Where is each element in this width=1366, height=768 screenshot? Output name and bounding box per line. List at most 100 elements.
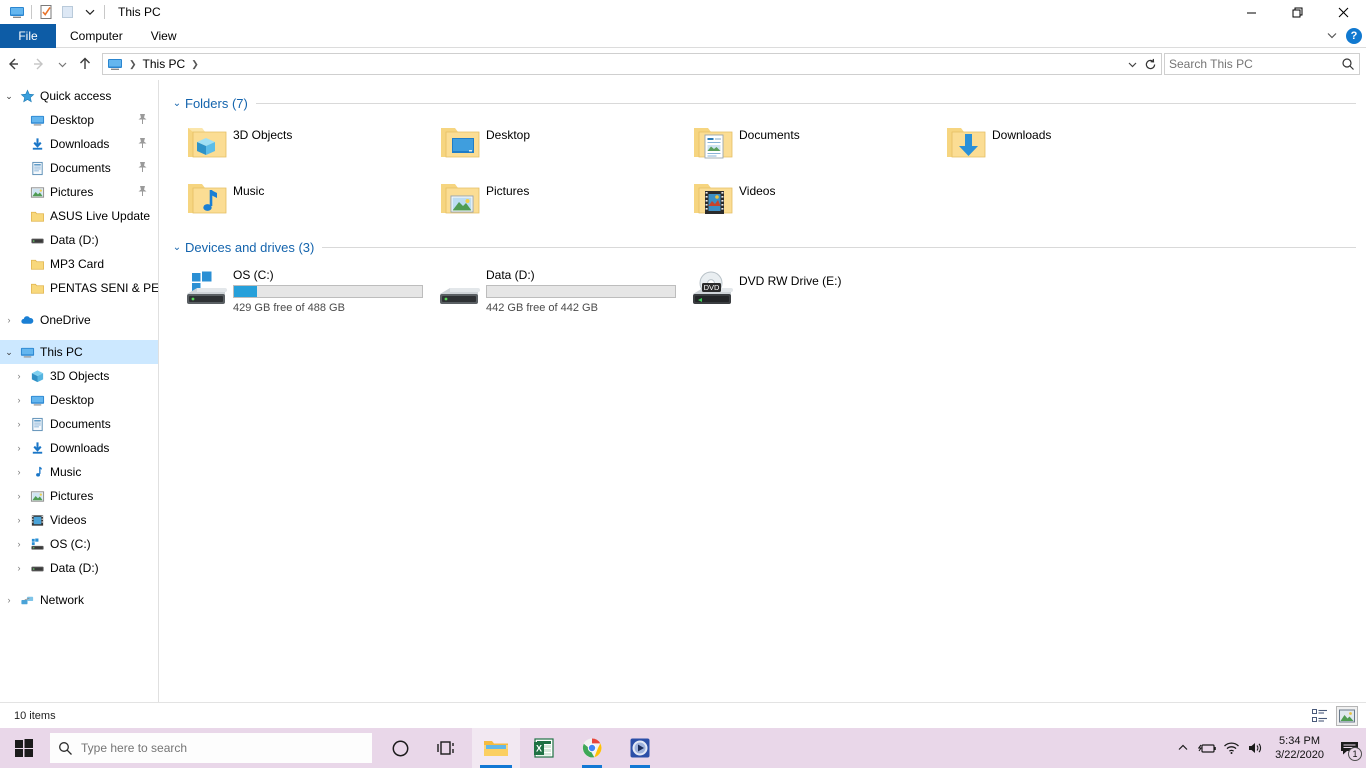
- sidebar-item-label: This PC: [40, 345, 83, 359]
- show-hidden-icons-icon[interactable]: [1171, 728, 1195, 768]
- close-button[interactable]: [1320, 0, 1366, 24]
- sidebar-item-downloads-qa[interactable]: Downloads: [0, 132, 158, 156]
- group-header-folders[interactable]: ⌄ Folders (7): [169, 92, 1366, 114]
- drive-details: Data (D:) 442 GB free of 442 GB: [486, 264, 676, 314]
- search-icon: [1342, 58, 1354, 70]
- sidebar-item-pictures[interactable]: › Pictures: [0, 484, 158, 508]
- chevron-right-icon[interactable]: ›: [10, 515, 28, 525]
- qat-customize-dropdown-icon[interactable]: [79, 1, 101, 23]
- breadcrumb-separator-1[interactable]: ❯: [188, 59, 202, 70]
- forward-button[interactable]: [26, 51, 52, 77]
- ribbon-expand-icon[interactable]: [1326, 29, 1338, 44]
- sidebar-item-network[interactable]: › Network: [0, 588, 158, 612]
- breadcrumb-item-this-pc[interactable]: This PC: [140, 57, 189, 71]
- sidebar-item-downloads[interactable]: › Downloads: [0, 436, 158, 460]
- sidebar-item-desktop-qa[interactable]: Desktop: [0, 108, 158, 132]
- sidebar-item-os-c[interactable]: › OS (C:): [0, 532, 158, 556]
- folder-item-videos[interactable]: Videos: [683, 174, 936, 230]
- file-list-pane[interactable]: ⌄ Folders (7) 3D Objects Desktop Documen…: [159, 80, 1366, 702]
- cortana-icon[interactable]: [376, 728, 424, 768]
- folder-downloads-icon: [940, 120, 992, 170]
- large-icons-view-button[interactable]: [1336, 706, 1358, 726]
- chevron-right-icon[interactable]: ›: [0, 595, 18, 605]
- chevron-right-icon[interactable]: ›: [10, 491, 28, 501]
- chevron-right-icon[interactable]: ›: [10, 467, 28, 477]
- search-box[interactable]: [1164, 53, 1360, 75]
- start-button[interactable]: [0, 728, 48, 768]
- help-icon[interactable]: ?: [1346, 28, 1362, 44]
- sidebar-item-data-d-qa[interactable]: Data (D:): [0, 228, 158, 252]
- chevron-down-icon[interactable]: ⌄: [169, 242, 185, 253]
- chevron-down-icon[interactable]: ⌄: [0, 91, 18, 102]
- search-input[interactable]: [1169, 57, 1341, 71]
- task-view-icon[interactable]: [424, 728, 472, 768]
- sidebar-item-this-pc[interactable]: ⌄ This PC: [0, 340, 158, 364]
- tab-computer[interactable]: Computer: [56, 24, 137, 48]
- address-bar[interactable]: ❯ This PC ❯: [102, 53, 1162, 75]
- clock[interactable]: 5:34 PM 3/22/2020: [1267, 728, 1332, 768]
- action-center-button[interactable]: 1: [1332, 728, 1366, 768]
- chevron-right-icon[interactable]: ›: [10, 395, 28, 405]
- tab-view[interactable]: View: [137, 24, 191, 48]
- chevron-right-icon[interactable]: ›: [10, 371, 28, 381]
- qat-this-pc-icon[interactable]: [6, 1, 28, 23]
- minimize-button[interactable]: [1228, 0, 1274, 24]
- chevron-right-icon[interactable]: ›: [0, 315, 18, 325]
- sidebar-item-3d-objects[interactable]: › 3D Objects: [0, 364, 158, 388]
- refresh-icon[interactable]: [1141, 54, 1159, 74]
- chevron-right-icon[interactable]: ›: [10, 443, 28, 453]
- tab-file[interactable]: File: [0, 24, 56, 48]
- breadcrumb-separator-0[interactable]: ❯: [126, 59, 140, 70]
- chevron-down-icon[interactable]: ⌄: [169, 98, 185, 109]
- qat-new-folder-icon[interactable]: [57, 1, 79, 23]
- chevron-right-icon[interactable]: ›: [10, 539, 28, 549]
- chevron-down-icon[interactable]: ⌄: [0, 347, 18, 358]
- sidebar-item-data-d[interactable]: › Data (D:): [0, 556, 158, 580]
- folder-item-music[interactable]: Music: [177, 174, 430, 230]
- sidebar-item-onedrive[interactable]: › OneDrive: [0, 308, 158, 332]
- folder-item-3d-objects[interactable]: 3D Objects: [177, 118, 430, 174]
- sidebar-item-videos[interactable]: › Videos: [0, 508, 158, 532]
- sidebar-group-label: Quick access: [40, 89, 112, 103]
- sidebar-item-mp3-card[interactable]: MP3 Card: [0, 252, 158, 276]
- folder-item-documents[interactable]: Documents: [683, 118, 936, 174]
- drive-usage-fill: [234, 286, 257, 297]
- details-view-button[interactable]: [1309, 706, 1331, 726]
- sidebar-item-documents[interactable]: › Documents: [0, 412, 158, 436]
- drive-item-dvd-e[interactable]: DVD DVD RW Drive (E:): [683, 264, 936, 320]
- sidebar-item-desktop[interactable]: › Desktop: [0, 388, 158, 412]
- back-button[interactable]: [0, 51, 26, 77]
- sidebar-group-quick-access[interactable]: ⌄ Quick access: [0, 84, 158, 108]
- qat-properties-icon[interactable]: [35, 1, 57, 23]
- chrome-icon[interactable]: [568, 728, 616, 768]
- sidebar-item-documents-qa[interactable]: Documents: [0, 156, 158, 180]
- group-header-devices[interactable]: ⌄ Devices and drives (3): [169, 236, 1366, 258]
- volume-icon[interactable]: [1243, 728, 1267, 768]
- address-dropdown-icon[interactable]: [1123, 54, 1141, 74]
- drive-item-data-d[interactable]: Data (D:) 442 GB free of 442 GB: [430, 264, 683, 320]
- folder-item-pictures[interactable]: Pictures: [430, 174, 683, 230]
- recent-locations-icon[interactable]: [52, 51, 72, 77]
- sidebar-item-pictures-qa[interactable]: Pictures: [0, 180, 158, 204]
- file-explorer-icon[interactable]: [472, 728, 520, 768]
- folder-item-desktop[interactable]: Desktop: [430, 118, 683, 174]
- sidebar-item-label: Pictures: [50, 489, 94, 503]
- media-player-icon[interactable]: [616, 728, 664, 768]
- taskbar-search-box[interactable]: [50, 733, 372, 763]
- navigation-pane[interactable]: ⌄ Quick access Desktop Downloads Documen…: [0, 80, 159, 702]
- sidebar-item-label: Documents: [50, 417, 111, 431]
- taskbar-search-input[interactable]: [81, 741, 364, 755]
- sidebar-item-music[interactable]: › Music: [0, 460, 158, 484]
- excel-icon[interactable]: X: [520, 728, 568, 768]
- folder-item-label: Desktop: [486, 128, 531, 142]
- drive-item-os-c[interactable]: OS (C:) 429 GB free of 488 GB: [177, 264, 430, 320]
- chevron-right-icon[interactable]: ›: [10, 419, 28, 429]
- up-button[interactable]: [72, 51, 98, 77]
- sidebar-item-pentas-seni[interactable]: PENTAS SENI & PER: [0, 276, 158, 300]
- battery-icon[interactable]: [1195, 728, 1219, 768]
- folder-item-downloads[interactable]: Downloads: [936, 118, 1189, 174]
- restore-button[interactable]: [1274, 0, 1320, 24]
- sidebar-item-asus-live-update[interactable]: ASUS Live Update: [0, 204, 158, 228]
- wifi-icon[interactable]: [1219, 728, 1243, 768]
- chevron-right-icon[interactable]: ›: [10, 563, 28, 573]
